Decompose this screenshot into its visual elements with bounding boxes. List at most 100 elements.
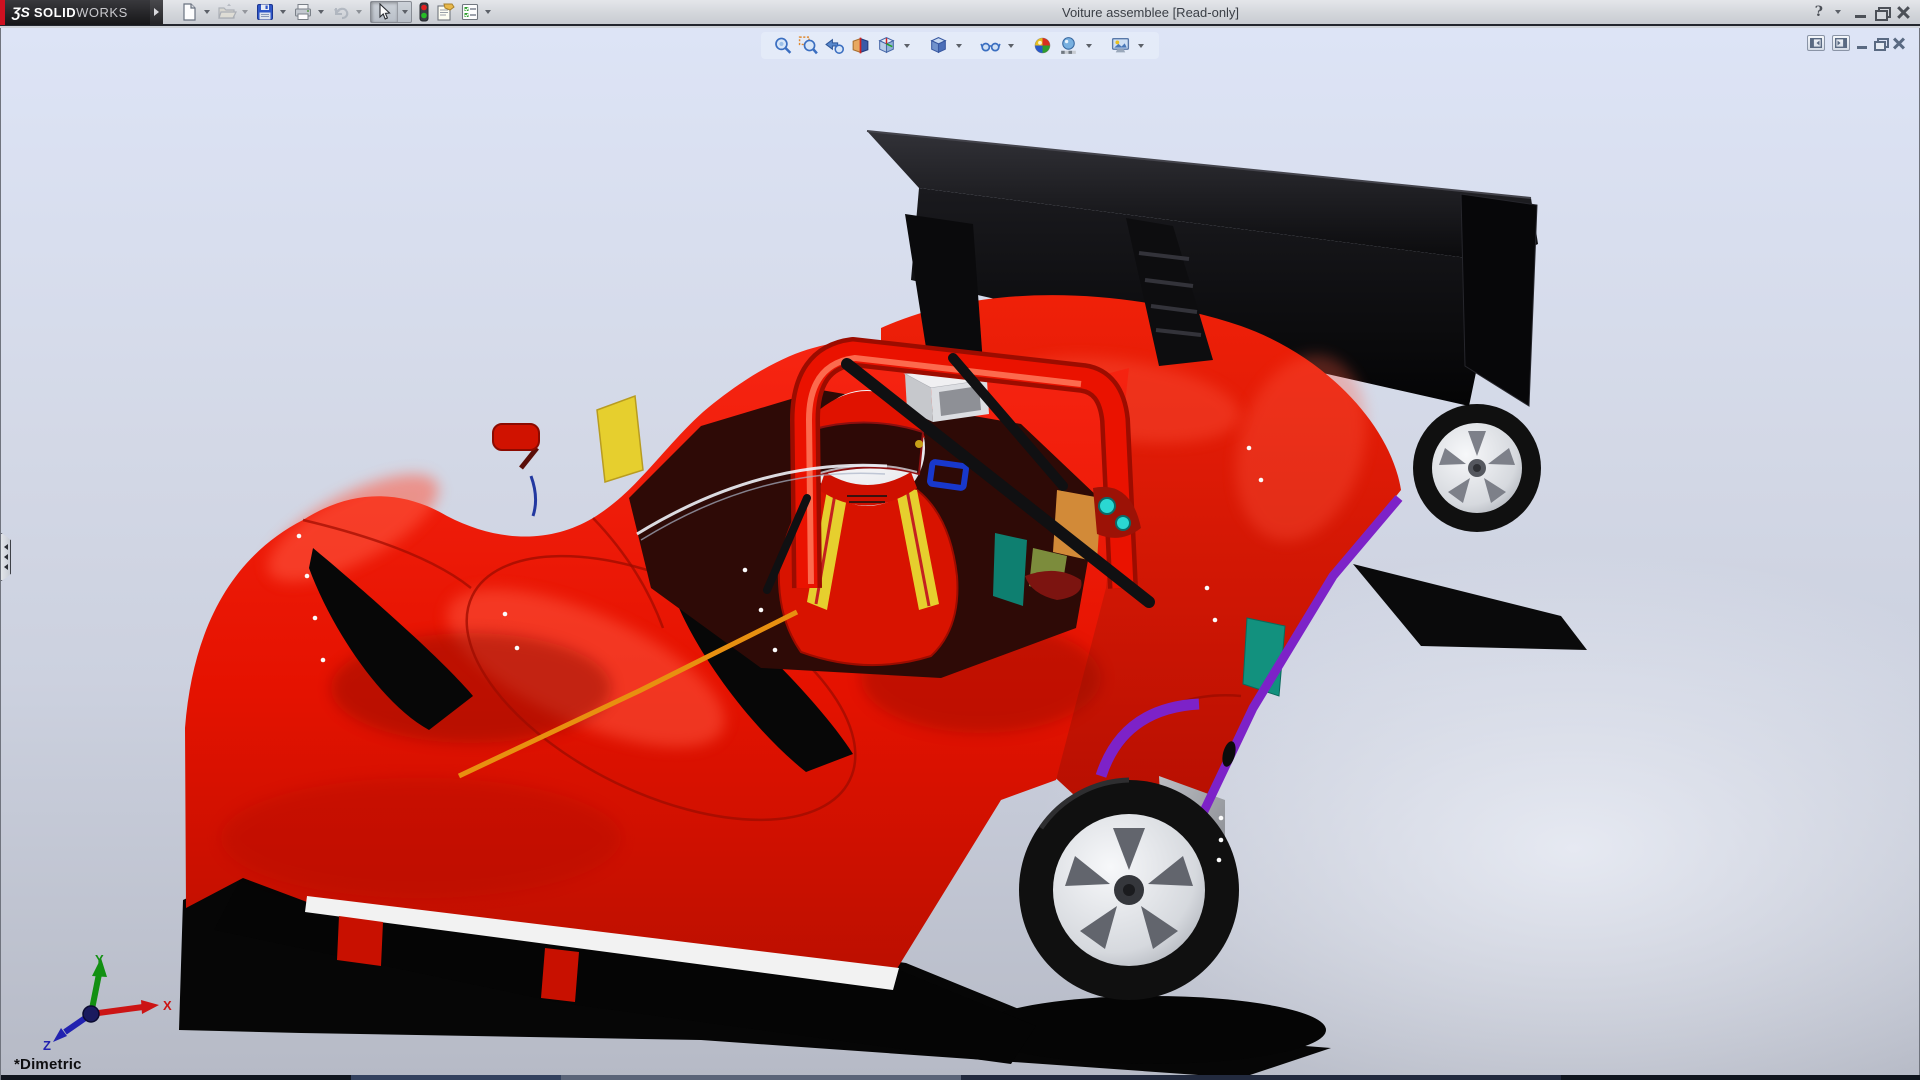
- display-style-icon: [928, 35, 949, 56]
- main-toolbar: [177, 0, 496, 25]
- open-folder-icon: [217, 2, 237, 22]
- hide-show-items-caret[interactable]: [1008, 44, 1014, 48]
- collapse-pane-left-button[interactable]: [1807, 35, 1825, 51]
- menu-expand-button[interactable]: [150, 0, 163, 25]
- rebuild-traffic-light-icon: [417, 2, 431, 22]
- glasses-icon: [980, 35, 1001, 56]
- ds-logo-icon: ƷS: [12, 4, 30, 20]
- restore-button[interactable]: [1875, 3, 1888, 21]
- rebuild-button[interactable]: [415, 0, 433, 24]
- pane-right-icon: [1835, 38, 1847, 48]
- feature-tree-collapse-tab[interactable]: [1, 533, 11, 581]
- reference-triad: Z X Y: [19, 952, 179, 1052]
- appearance-sphere-icon: [1032, 35, 1053, 56]
- apply-scene-caret[interactable]: [1086, 44, 1092, 48]
- print-dropdown-caret[interactable]: [318, 10, 324, 14]
- rear-right-shadow: [1353, 564, 1587, 650]
- doc-restore-button[interactable]: [1874, 35, 1886, 51]
- triad-z-label: Z: [43, 1038, 51, 1052]
- hide-show-items-button[interactable]: [979, 34, 1002, 57]
- taskbar-sliver: [1, 1075, 1920, 1080]
- previous-view-icon: [824, 35, 845, 56]
- collapse-arrow-icon: [4, 544, 8, 550]
- section-view-icon: [850, 35, 871, 56]
- brand-name-bold: SOLID: [34, 5, 76, 20]
- document-window-controls: [1807, 35, 1905, 51]
- save-dropdown-caret[interactable]: [280, 10, 286, 14]
- zoom-to-area-icon: [798, 35, 819, 56]
- doc-minimize-button[interactable]: [1857, 35, 1867, 51]
- triad-y-label: Y: [95, 952, 104, 967]
- undo-button[interactable]: [329, 0, 353, 24]
- previous-view-button[interactable]: [823, 34, 846, 57]
- display-style-caret[interactable]: [956, 44, 962, 48]
- view-orientation-caret[interactable]: [904, 44, 910, 48]
- view-settings-icon: [1110, 35, 1131, 56]
- doc-restore-icon: [1874, 38, 1886, 48]
- display-style-button[interactable]: [927, 34, 950, 57]
- open-button[interactable]: [215, 0, 239, 24]
- new-document-button[interactable]: [177, 0, 201, 24]
- file-properties-icon: [435, 2, 456, 22]
- restore-icon: [1875, 7, 1888, 18]
- options-icon: [460, 2, 480, 22]
- near-rear-wheel[interactable]: [1019, 780, 1239, 1000]
- help-button[interactable]: ?: [1815, 3, 1823, 21]
- window-title: Voiture assemblee [Read-only]: [1062, 5, 1239, 20]
- left-mirror: [493, 424, 539, 468]
- doc-close-button[interactable]: [1893, 35, 1905, 51]
- close-icon: [1897, 6, 1910, 18]
- expand-arrow-icon: [154, 8, 159, 16]
- select-dropdown-caret[interactable]: [397, 2, 411, 22]
- brand-name-light: WORKS: [76, 5, 128, 20]
- view-settings-button[interactable]: [1109, 34, 1132, 57]
- pane-left-icon: [1810, 38, 1822, 48]
- graphics-viewport[interactable]: Z X Y *Dimetric: [0, 28, 1920, 1080]
- options-button[interactable]: [458, 0, 482, 24]
- collapse-arrow-icon: [4, 554, 8, 560]
- undo-icon: [331, 2, 351, 22]
- titlebar: ƷS SOLIDWORKS: [0, 0, 1920, 26]
- view-orientation-button[interactable]: [875, 34, 898, 57]
- yellow-cockpit-panel: [597, 396, 643, 482]
- cursor-arrow-icon: [376, 3, 392, 21]
- triad-x-label: X: [163, 998, 172, 1013]
- select-tool-group: [370, 1, 412, 23]
- open-dropdown-caret[interactable]: [242, 10, 248, 14]
- apply-scene-button[interactable]: [1057, 34, 1080, 57]
- zoom-to-fit-icon: [772, 35, 793, 56]
- zoom-to-area-button[interactable]: [797, 34, 820, 57]
- zoom-to-fit-button[interactable]: [771, 34, 794, 57]
- minimize-icon: [1855, 15, 1866, 18]
- save-button[interactable]: [253, 0, 277, 24]
- logo-red-stripe: [0, 0, 5, 25]
- help-dropdown-caret[interactable]: [1835, 10, 1841, 14]
- collapse-arrow-icon: [4, 564, 8, 570]
- print-icon: [293, 2, 313, 22]
- close-button[interactable]: [1897, 3, 1910, 21]
- doc-minimize-icon: [1857, 46, 1867, 49]
- doc-close-icon: [1893, 38, 1905, 49]
- apply-scene-icon: [1058, 35, 1079, 56]
- expand-pane-right-button[interactable]: [1832, 35, 1850, 51]
- new-dropdown-caret[interactable]: [204, 10, 210, 14]
- window-controls: ?: [1815, 3, 1910, 21]
- minimize-button[interactable]: [1855, 3, 1866, 21]
- options-dropdown-caret[interactable]: [485, 10, 491, 14]
- headsup-view-toolbar: [761, 32, 1159, 59]
- print-button[interactable]: [291, 0, 315, 24]
- edit-appearance-button[interactable]: [1031, 34, 1054, 57]
- section-view-button[interactable]: [849, 34, 872, 57]
- new-document-icon: [179, 2, 199, 22]
- select-tool-button[interactable]: [371, 2, 397, 22]
- race-car-model[interactable]: [1, 28, 1920, 1080]
- undo-dropdown-caret[interactable]: [356, 10, 362, 14]
- blue-wire: [531, 476, 536, 516]
- save-floppy-icon: [255, 2, 275, 22]
- far-rear-wheel[interactable]: [1413, 404, 1541, 532]
- file-properties-button[interactable]: [433, 0, 458, 24]
- view-orientation-label: *Dimetric: [14, 1056, 82, 1073]
- view-settings-caret[interactable]: [1138, 44, 1144, 48]
- view-orientation-icon: [876, 35, 897, 56]
- solidworks-logo: ƷS SOLIDWORKS: [0, 0, 150, 25]
